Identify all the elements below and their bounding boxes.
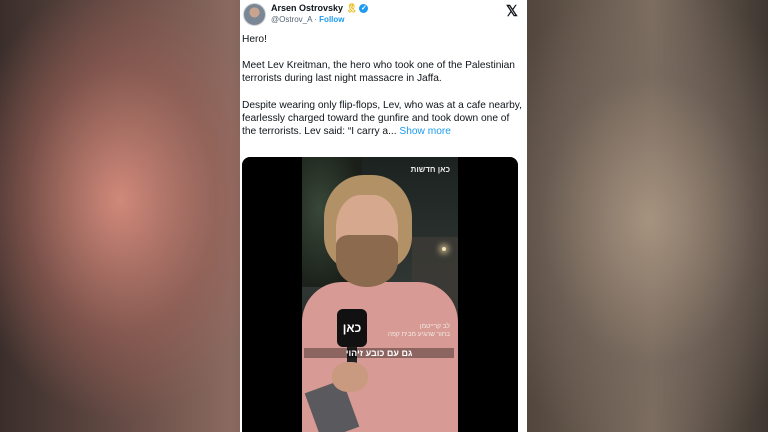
tweet-card: Arsen Ostrovsky 🎗 ✓ @Ostrov_A · Follow 𝕏 H… [240, 0, 527, 432]
video-player[interactable]: כאן כאן חדשות לב קרייטמן בחור שהגיע מבית… [242, 157, 518, 432]
tweet-header: Arsen Ostrovsky 🎗 ✓ @Ostrov_A · Follow 𝕏 [240, 0, 527, 30]
video-subtitle: גם עם כובע זיהוי [304, 348, 454, 358]
author-name[interactable]: Arsen Ostrovsky [271, 3, 343, 13]
author-name-row[interactable]: Arsen Ostrovsky 🎗 ✓ [271, 3, 369, 14]
interviewer-hand [332, 362, 368, 392]
avatar[interactable] [243, 3, 266, 26]
mic-label: כאן [342, 321, 362, 335]
channel-watermark: כאן חדשות [410, 165, 450, 174]
speaker-caption: לב קרייטמן בחור שהגיע מבית קפה [387, 323, 450, 338]
tweet-paragraph-2: Meet Lev Kreitman, the hero who took one… [242, 60, 515, 85]
microphone-icon: כאן [337, 309, 367, 347]
yellow-ribbon-icon: 🎗 [346, 3, 358, 13]
handle-row: @Ostrov_A · Follow [271, 15, 345, 24]
x-logo-icon[interactable]: 𝕏 [506, 2, 518, 20]
verified-badge-icon: ✓ [359, 4, 369, 13]
video-frame[interactable]: כאן כאן חדשות לב קרייטמן בחור שהגיע מבית… [302, 157, 458, 432]
person-beard [336, 235, 398, 287]
tweet-paragraph-3-text: Despite wearing only flip-flops, Lev, wh… [242, 99, 522, 138]
tweet-text: Hero! Meet Lev Kreitman, the hero who to… [242, 33, 524, 151]
tweet-paragraph-3: Despite wearing only flip-flops, Lev, wh… [242, 99, 524, 139]
follow-button[interactable]: Follow [319, 15, 344, 24]
author-handle[interactable]: @Ostrov_A [271, 15, 312, 24]
separator-dot: · [314, 15, 317, 24]
street-light [442, 247, 446, 251]
tweet-paragraph-1: Hero! [242, 34, 267, 45]
show-more-link[interactable]: Show more [399, 126, 451, 137]
